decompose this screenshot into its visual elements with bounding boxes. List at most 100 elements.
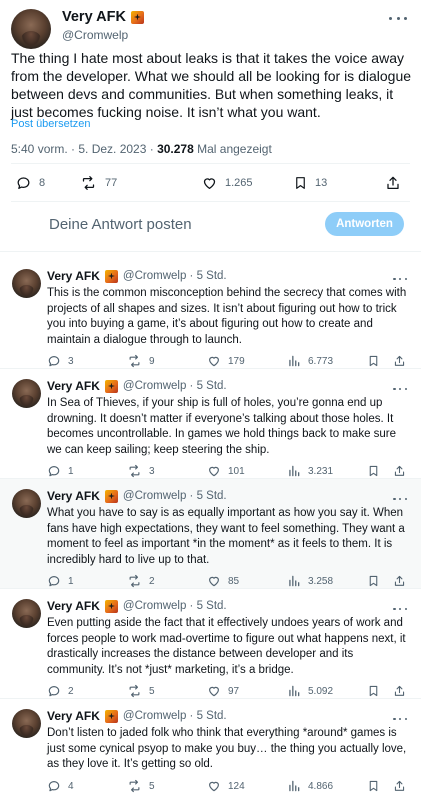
reply-count: 3 [68,355,74,367]
reply-button[interactable]: 1 [47,464,74,478]
author-handle-time[interactable]: @Cromwelp · 5 Std. [123,600,227,612]
repost-button[interactable]: 77 [79,175,117,191]
analytics-icon [289,355,300,367]
reply-button[interactable]: 3 [47,354,74,368]
bookmark-button[interactable] [367,574,380,588]
reply-submit-button[interactable]: Antworten [325,212,404,236]
bookmark-button[interactable] [367,684,380,698]
repost-button[interactable]: 5 [127,779,155,793]
share-button[interactable] [393,574,406,588]
author-handle[interactable]: @Cromwelp [62,28,128,42]
views-button[interactable]: 4.866 [287,779,333,793]
views-button[interactable]: 3.231 [287,464,333,478]
author-name[interactable]: Very AFK [47,379,100,393]
reply-button[interactable]: 1 [47,574,74,588]
like-button[interactable]: 124 [207,779,245,793]
avatar[interactable] [12,599,41,628]
view-count: 30.278 [157,142,194,156]
author-name[interactable]: Very AFK [47,489,100,503]
like-button[interactable]: 179 [207,354,245,368]
pirate-flag-emoji-icon [130,10,144,24]
more-options-icon[interactable] [393,382,407,396]
author-handle-time[interactable]: @Cromwelp · 5 Std. [123,710,227,722]
heart-icon [209,576,219,587]
like-button[interactable]: 97 [207,684,239,698]
repost-icon [82,176,95,190]
like-button[interactable]: 1.265 [201,175,253,191]
heart-icon [203,178,216,189]
author-name[interactable]: Very AFK [47,269,100,283]
bookmark-button[interactable] [367,779,380,793]
author-name[interactable]: Very AFK [47,709,100,723]
main-tweet: Very AFK @Cromwelp The thing I hate most… [0,0,421,251]
more-options-icon[interactable] [393,602,407,616]
tweet-text: Don’t listen to jaded folk who think tha… [47,727,407,770]
reply-icon [48,356,60,367]
repost-count: 9 [149,355,155,367]
avatar[interactable] [12,379,41,408]
bookmark-button[interactable] [367,354,380,368]
more-options-icon[interactable] [389,11,407,25]
reply-tweet[interactable]: Very AFK @Cromwelp · 5 Std. Even putting… [0,599,421,699]
repost-button[interactable]: 2 [127,574,155,588]
share-button[interactable] [393,354,406,368]
reply-tweet[interactable]: Very AFK @Cromwelp · 5 Std. What you hav… [0,479,421,588]
repost-icon [129,779,140,793]
bookmark-button[interactable]: 13 [293,175,327,191]
reply-tweet[interactable]: Very AFK @Cromwelp · 5 Std. In Sea of Th… [0,379,421,479]
share-icon [394,465,405,476]
repost-icon [129,354,140,368]
heart-icon [209,356,219,367]
repost-count: 3 [149,465,155,477]
reply-button[interactable]: 2 [47,684,74,698]
reply-tweet[interactable]: Very AFK @Cromwelp · 5 Std. This is the … [0,269,421,369]
reply-icon [48,781,60,792]
tweet-text: The thing I hate most about leaks is tha… [11,50,412,120]
views-button[interactable]: 5.092 [287,684,333,698]
share-icon [394,685,405,696]
author-name[interactable]: Very AFK [62,9,126,25]
repost-icon [129,574,140,588]
share-button[interactable] [393,779,406,793]
pirate-flag-emoji-icon [104,269,118,283]
share-button[interactable] [385,175,401,191]
reply-button[interactable]: 8 [15,175,45,191]
author-name[interactable]: Very AFK [47,599,100,613]
more-options-icon[interactable] [393,272,407,286]
bookmark-icon [369,355,378,367]
more-options-icon[interactable] [393,492,407,506]
reply-icon [48,686,60,697]
author-handle-time[interactable]: @Cromwelp · 5 Std. [123,380,227,392]
reply-composer-input[interactable]: Deine Antwort posten [49,216,192,233]
repost-button[interactable]: 3 [127,464,155,478]
reply-tweet[interactable]: Very AFK @Cromwelp · 5 Std. Don’t listen… [0,709,421,800]
tweet-actions: 8 77 1.265 13 [15,175,411,193]
avatar[interactable] [11,9,51,49]
repost-count: 5 [149,685,155,697]
like-count: 97 [228,685,240,697]
avatar[interactable] [12,269,41,298]
like-count: 124 [228,780,245,792]
pirate-flag-emoji-icon [104,379,118,393]
like-button[interactable]: 85 [207,574,239,588]
timestamp[interactable]: 5:40 vorm. · 5. Dez. 2023 · [11,142,157,156]
views-button[interactable]: 3.258 [287,574,333,588]
repost-button[interactable]: 5 [127,684,155,698]
author-handle-time[interactable]: @Cromwelp · 5 Std. [123,490,227,502]
avatar[interactable] [12,489,41,518]
views-button[interactable]: 6.773 [287,354,333,368]
like-count: 85 [228,575,240,587]
reply-button[interactable]: 4 [47,779,74,793]
repost-button[interactable]: 9 [127,354,155,368]
like-button[interactable]: 101 [207,464,245,478]
avatar[interactable] [12,709,41,738]
more-options-icon[interactable] [393,712,407,726]
repost-icon [129,684,140,698]
bookmark-button[interactable] [367,464,380,478]
share-button[interactable] [393,684,406,698]
share-button[interactable] [393,464,406,478]
pirate-flag-emoji-icon [104,489,118,503]
author-handle-time[interactable]: @Cromwelp · 5 Std. [123,270,227,282]
translate-link[interactable]: Post übersetzen [11,118,91,130]
share-icon [387,176,399,189]
